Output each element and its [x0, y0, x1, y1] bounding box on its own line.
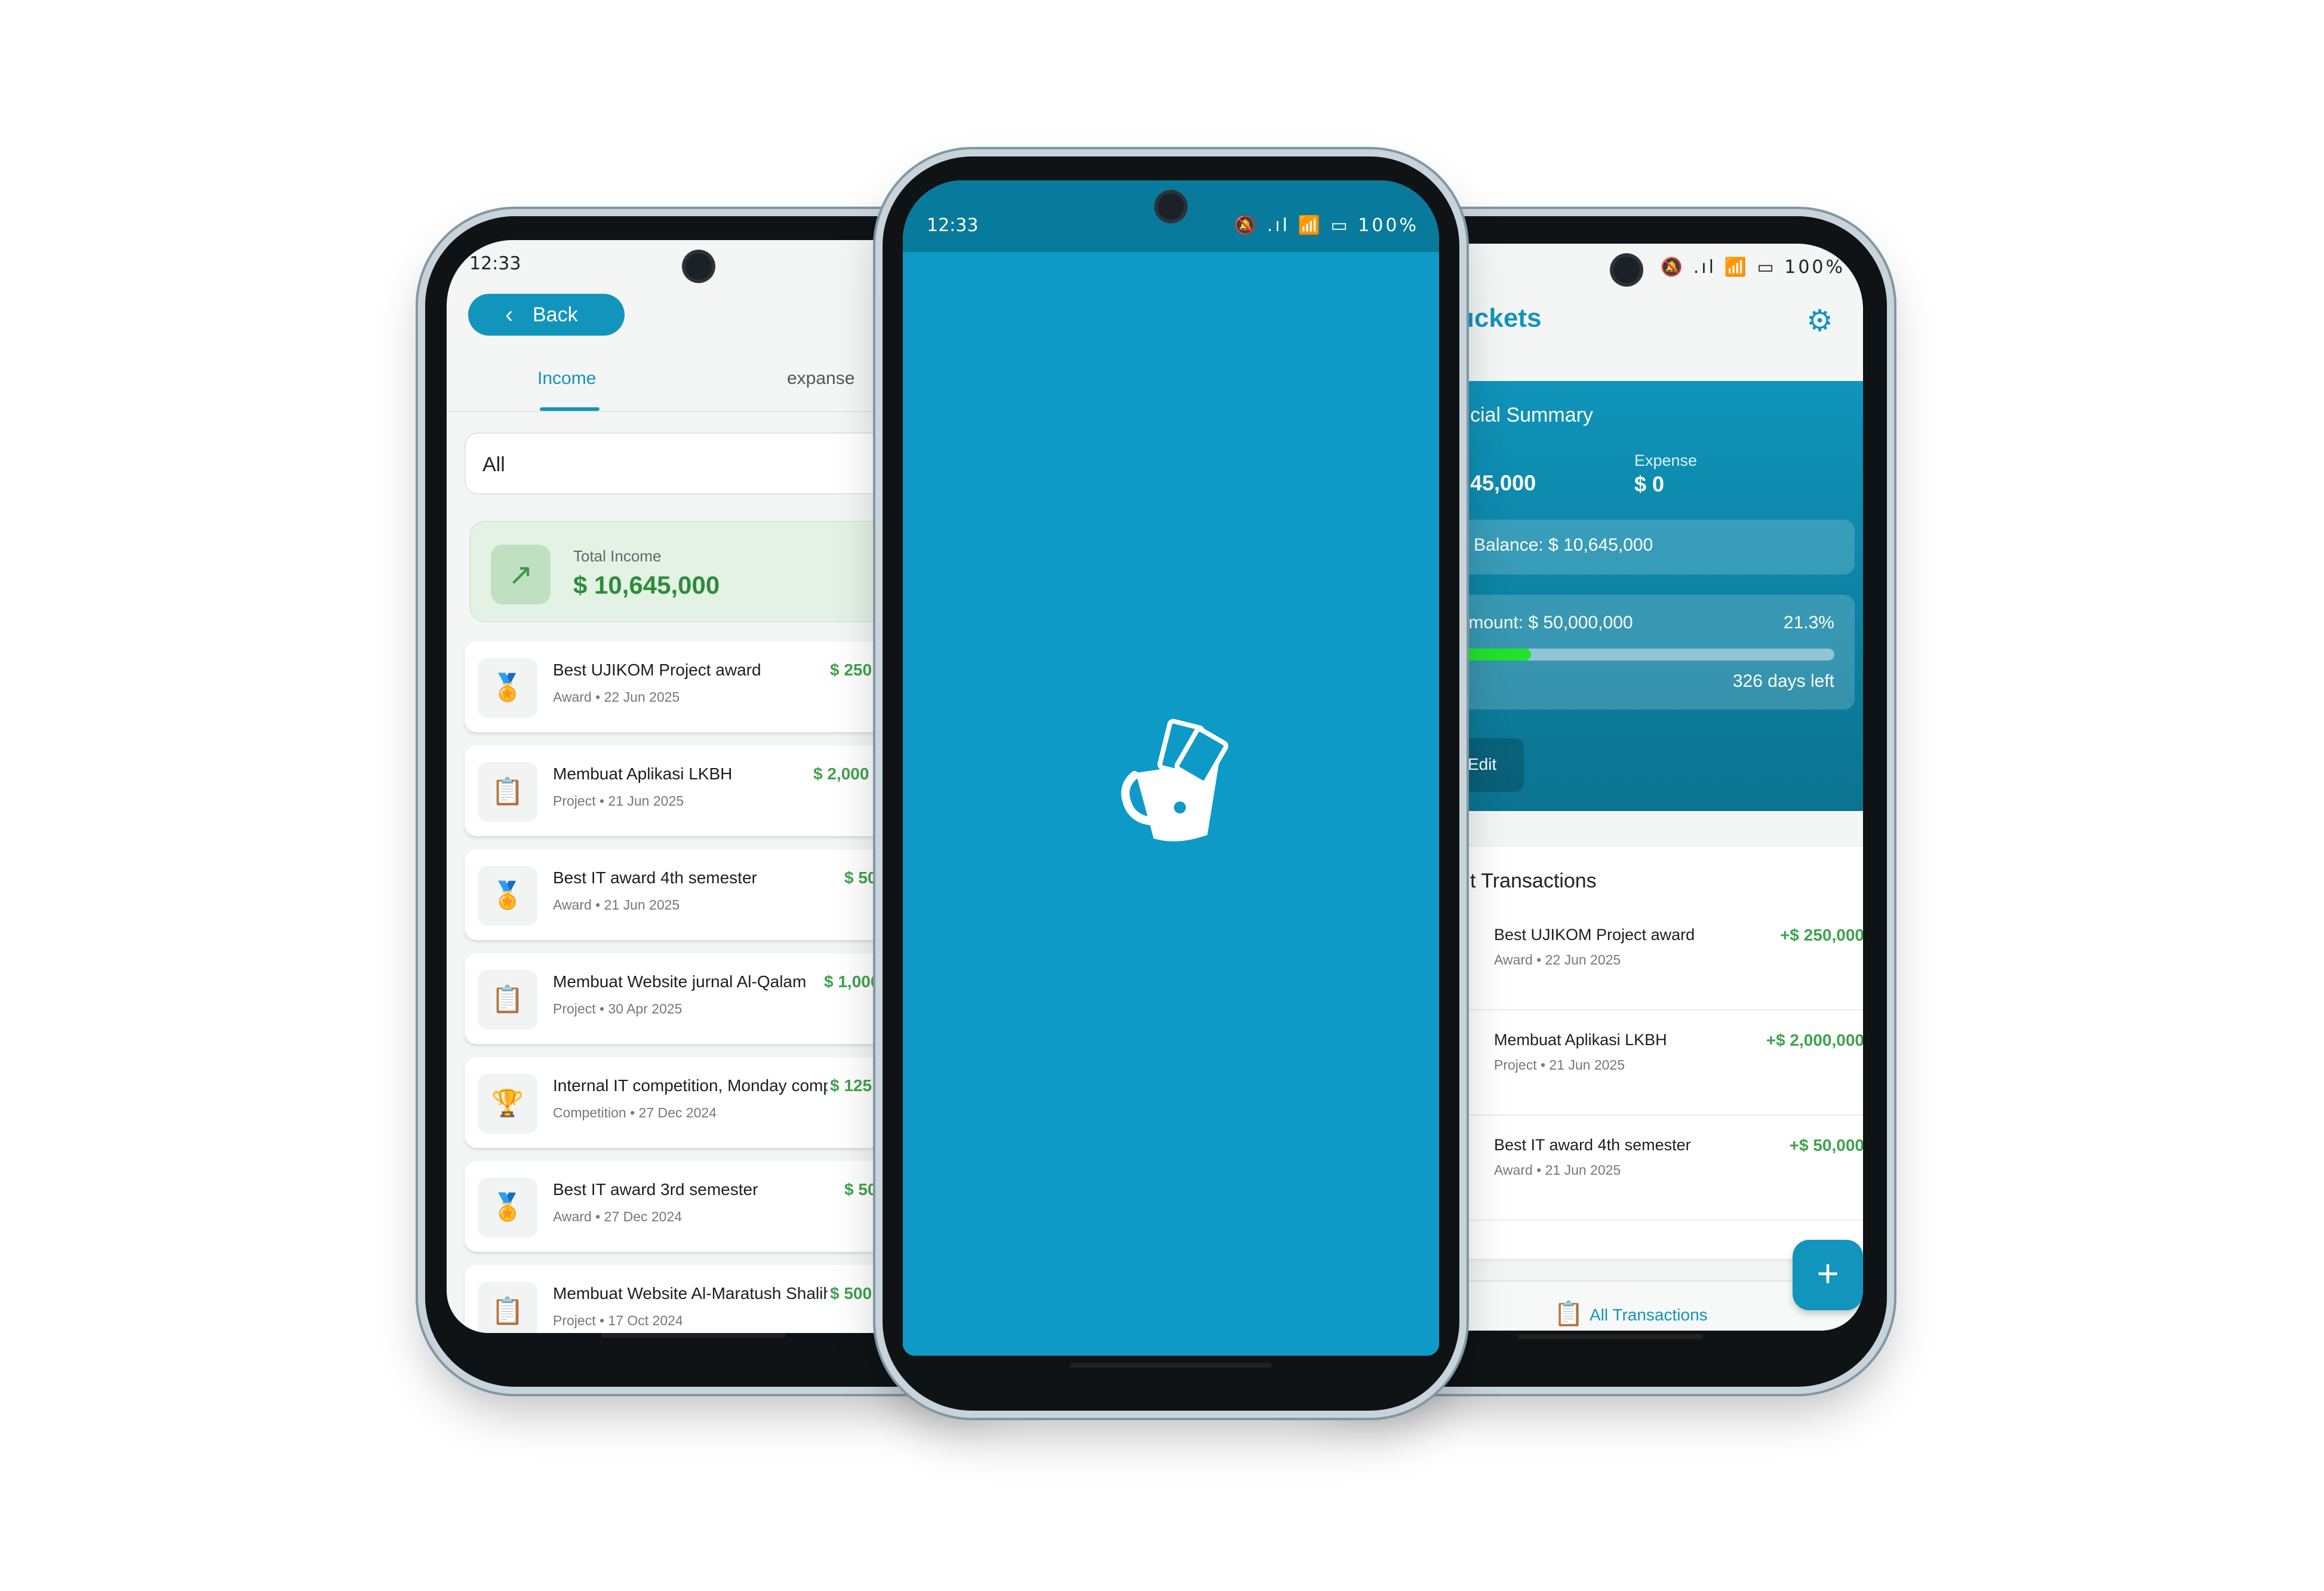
status-icons: 🔕 .ıl 📶 ▭ 100% — [1234, 215, 1419, 236]
goal-progress-fill — [1449, 649, 1531, 661]
medal-icon: 🏅 — [478, 658, 537, 718]
transaction-amount: +$ 2,000,000 — [1766, 1031, 1863, 1049]
recent-transactions-card: t Transactions Best UJIKOM Project award… — [1452, 847, 1863, 1259]
transaction-title: Best UJIKOM Project award — [553, 661, 761, 679]
transaction-title: Membuat Aplikasi LKBH — [553, 764, 733, 783]
transaction-amount: $ 500 — [830, 1284, 872, 1303]
transaction-title: Best IT award 3rd semester — [553, 1180, 758, 1199]
bucket-logo-icon — [1121, 718, 1229, 841]
trophy-icon: 🏆 — [478, 1074, 537, 1134]
expense-value: $ 0 — [1634, 472, 1665, 496]
list-item[interactable]: Best IT award 4th semester Award • 21 Ju… — [1452, 1114, 1863, 1221]
total-income-label: Total Income — [573, 547, 662, 565]
tab-income[interactable]: Income — [537, 368, 596, 389]
home-indicator — [1518, 1334, 1703, 1339]
clipboard-icon: 📋 — [478, 762, 537, 822]
transaction-amount: $ 1,000 — [824, 972, 880, 991]
list-item[interactable]: 📋 Membuat Website Al-Maratush Shalih... … — [465, 1265, 883, 1333]
list-item[interactable]: 🏆 Internal IT competition, Monday comp..… — [465, 1057, 883, 1148]
transaction-amount: $ 250 — [830, 661, 872, 679]
chevron-left-icon: ‹ — [505, 302, 514, 328]
income-value: 45,000 — [1470, 471, 1536, 495]
transaction-amount: $ 50 — [844, 868, 877, 887]
transaction-subtitle: Competition • 27 Dec 2024 — [553, 1105, 717, 1120]
transaction-subtitle: Award • 27 Dec 2024 — [553, 1209, 683, 1224]
transaction-amount: $ 125 — [830, 1076, 872, 1095]
home-indicator — [601, 1333, 786, 1338]
status-time: 12:33 — [469, 253, 521, 274]
edit-button-label: Edit — [1468, 755, 1497, 773]
transaction-amount: +$ 50,000 — [1789, 1136, 1863, 1154]
back-button[interactable]: ‹ Back — [468, 294, 625, 336]
tab-expanse[interactable]: expanse — [787, 368, 854, 389]
camera-notch — [1158, 194, 1184, 220]
transaction-amount: $ 2,000 — [813, 764, 869, 783]
back-button-label: Back — [533, 303, 578, 326]
app-title: uckets — [1458, 303, 1542, 333]
balance-text: Balance: $ 10,645,000 — [1474, 535, 1653, 555]
home-indicator — [1070, 1363, 1272, 1368]
goal-box: l Amount: $ 50,000,000 21.3% 326 days le… — [1440, 595, 1855, 710]
clipboard-list-icon: 📋 — [1554, 1301, 1584, 1327]
list-item[interactable]: 📋 Membuat Website jurnal Al-Qalam Projec… — [465, 953, 883, 1044]
transaction-title: Membuat Website Al-Maratush Shalih... — [553, 1284, 828, 1303]
splash-screen: 12:33 🔕 .ıl 📶 ▭ 100% — [903, 180, 1439, 1356]
splash-background: 12:33 🔕 .ıl 📶 ▭ 100% — [903, 180, 1439, 1356]
all-transactions-link[interactable]: All Transactions — [1590, 1306, 1708, 1325]
list-item[interactable]: 🏅 Best UJIKOM Project award Award • 22 J… — [465, 641, 883, 732]
transaction-title: Membuat Website jurnal Al-Qalam — [553, 972, 807, 991]
transaction-subtitle: Award • 21 Jun 2025 — [1494, 1162, 1621, 1178]
medal-icon: 🏅 — [478, 1178, 537, 1237]
transaction-subtitle: Award • 21 Jun 2025 — [553, 897, 680, 913]
transaction-subtitle: Award • 22 Jun 2025 — [553, 689, 680, 705]
add-transaction-button[interactable]: + — [1793, 1240, 1863, 1310]
recent-heading: t Transactions — [1470, 870, 1597, 892]
transaction-subtitle: Project • 17 Oct 2024 — [553, 1313, 683, 1328]
category-filter-dropdown[interactable]: All — [465, 432, 883, 494]
status-time: 12:33 — [927, 215, 979, 236]
total-income-value: $ 10,645,000 — [573, 571, 720, 599]
transaction-title: Best UJIKOM Project award — [1494, 926, 1695, 944]
summary-heading: cial Summary — [1470, 404, 1593, 426]
transaction-title: Membuat Aplikasi LKBH — [1494, 1031, 1667, 1049]
camera-notch — [685, 253, 712, 280]
financial-summary-card: cial Summary 45,000 Expense $ 0 Balance:… — [1440, 381, 1863, 811]
list-item[interactable]: 📋 Membuat Aplikasi LKBH Project • 21 Jun… — [465, 745, 883, 836]
list-item[interactable]: Membuat Aplikasi LKBH Project • 21 Jun 2… — [1452, 1009, 1863, 1116]
medal-icon: 🏅 — [478, 866, 537, 926]
expense-label: Expense — [1634, 452, 1698, 469]
gear-icon[interactable]: ⚙ — [1806, 303, 1833, 338]
transaction-subtitle: Project • 21 Jun 2025 — [553, 793, 684, 809]
goal-amount: l Amount: $ 50,000,000 — [1449, 613, 1633, 632]
transaction-subtitle: Project • 21 Jun 2025 — [1494, 1057, 1625, 1073]
transaction-subtitle: Project • 30 Apr 2025 — [553, 1001, 683, 1016]
transaction-subtitle: Award • 22 Jun 2025 — [1494, 952, 1621, 968]
transaction-title: Best IT award 4th semester — [1494, 1136, 1691, 1154]
transaction-amount: +$ 250,000 — [1780, 926, 1863, 944]
transaction-title: Internal IT competition, Monday comp... — [553, 1076, 828, 1095]
total-income-card: ↗ Total Income $ 10,645,000 — [469, 521, 887, 622]
dashboard-content: uckets ⚙ cial Summary 45,000 Expense $ 0… — [1297, 244, 1863, 1331]
goal-progress-bar — [1449, 649, 1834, 661]
balance-box: Balance: $ 10,645,000 — [1440, 520, 1855, 575]
goal-percent: 21.3% — [1783, 613, 1834, 632]
transaction-title: Best IT award 4th semester — [553, 868, 757, 887]
clipboard-icon: 📋 — [478, 970, 537, 1030]
list-item[interactable]: Best UJIKOM Project award Award • 22 Jun… — [1452, 904, 1863, 1010]
list-item[interactable]: 🏅 Best IT award 4th semester Award • 21 … — [465, 849, 883, 940]
clipboard-icon: 📋 — [478, 1282, 537, 1333]
days-left: 326 days left — [1732, 671, 1834, 691]
trending-up-icon: ↗ — [491, 545, 551, 604]
transaction-amount: $ 50 — [844, 1180, 877, 1199]
list-item[interactable]: 🏅 Best IT award 3rd semester Award • 27 … — [465, 1161, 883, 1252]
center-phone: 12:33 🔕 .ıl 📶 ▭ 100% — [883, 156, 1459, 1411]
